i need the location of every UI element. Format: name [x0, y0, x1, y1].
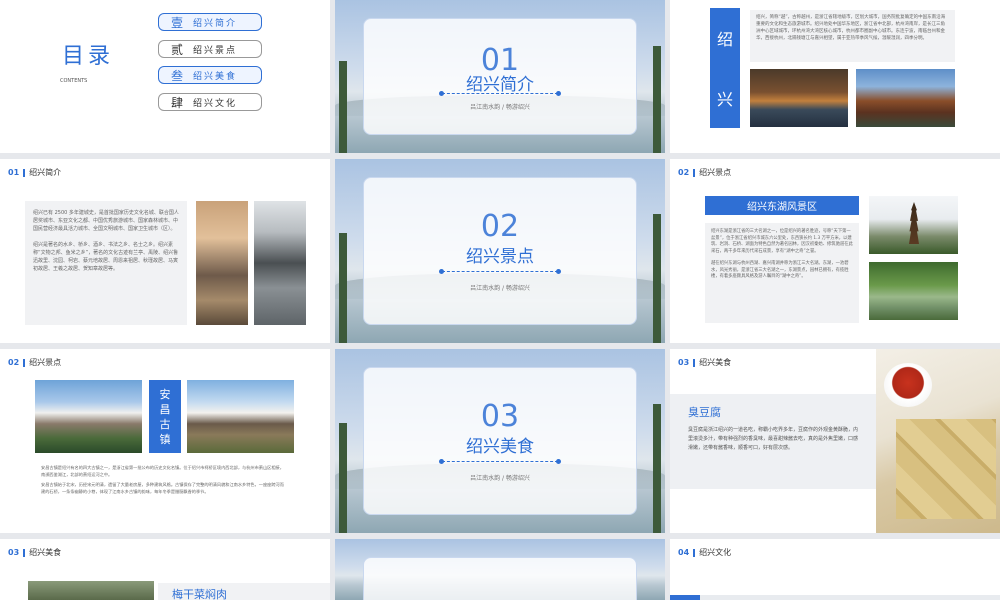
slide-header: 04 绍兴文化 [678, 548, 732, 557]
section-slide-1[interactable]: 01 绍兴简介 吕江南水韵 / 畅游绍兴 [335, 0, 665, 153]
culture-gray-block [700, 595, 1000, 600]
slide-header: 03 绍兴美食 [678, 358, 732, 367]
toc-title: 目录 [62, 44, 115, 69]
anchang-text-box: 安昌古镇是绍兴有名的四大古镇之一，是浙江省第一批公布的历史文化名镇。位于绍兴市柯… [35, 461, 294, 517]
dotted-divider [439, 90, 561, 96]
toc-item-label: 绍兴简介 [193, 18, 238, 29]
anchang-para-1: 安昌古镇是绍兴有名的四大古镇之一，是浙江省第一批公布的历史文化名镇。位于绍兴市柯… [41, 465, 284, 477]
section-slide-3[interactable]: 03 绍兴美食 吕江南水韵 / 畅游绍兴 [335, 349, 665, 533]
doufu-text-box: 臭豆腐 臭豆腐是浙江绍兴的一道名吃，称霸小吃界多年，豆腐作的外观金黄酥脆，内里滚… [670, 394, 876, 489]
stinky-tofu-photo [876, 349, 1000, 533]
sunset-canal-photo [196, 201, 248, 325]
garden-lake-photo [869, 262, 958, 320]
tofu-pieces-icon [896, 419, 996, 519]
section-number: 02 [480, 209, 520, 245]
slide-header: 02 绍兴景点 [8, 358, 62, 367]
dotted-divider [439, 459, 561, 465]
donghu-banner: 绍兴东湖风景区 [705, 196, 859, 215]
anchang-banner-text: 安昌古镇 [159, 387, 171, 446]
braised-pork-photo [28, 581, 154, 600]
intro-para-2: 绍兴是著名的水乡、桥乡、酒乡、书法之乡、名士之乡。绍兴素称“文物之邦、鱼米之乡”… [33, 242, 179, 272]
meigan-slide[interactable]: 03 绍兴美食 梅干菜焖肉 [0, 539, 330, 600]
toc-item-num: 叁 [171, 68, 184, 83]
intro-slide[interactable]: 01 绍兴简介 绍兴已有 2500 多年建城史，是首批国家历史文化名城、联合国人居… [0, 159, 330, 343]
section-subtitle: 吕江南水韵 / 畅游绍兴 [470, 475, 530, 483]
anchang-houses-photo [187, 380, 294, 453]
water-town-photo [750, 69, 848, 127]
toc-item-label: 绍兴景点 [193, 45, 238, 56]
toc-item-1[interactable]: 壹 绍兴简介 [158, 13, 262, 31]
section-card [363, 557, 637, 600]
section-slide-2[interactable]: 02 绍兴景点 吕江南水韵 / 畅游绍兴 [335, 159, 665, 343]
section-title: 绍兴景点 [466, 247, 534, 268]
donghu-text-box: 绍兴东湖是浙江省的三大名湖之一，位是绍兴的著名胜迹，号称“天下第一盆景”，位于浙… [705, 223, 859, 323]
anchang-river-photo [35, 380, 142, 453]
donghu-para-2: 越在绍兴东湖与杭州西湖、嘉兴南湖并称为浙江三大名湖。东湖，一池碧水，风光秀丽，是… [711, 261, 849, 279]
toc-item-num: 贰 [171, 42, 184, 57]
toc-item-2[interactable]: 贰 绍兴景点 [158, 40, 262, 58]
donghu-slide[interactable]: 02 绍兴景点 绍兴东湖风景区 绍兴东湖是浙江省的三大名湖之一，位是绍兴的著名胜迹… [670, 159, 1000, 343]
doufu-title: 臭豆腐 [688, 406, 721, 419]
section-slide-4[interactable] [335, 539, 665, 600]
toc-slide[interactable]: 目录 CONTENTS 壹 绍兴简介 贰 绍兴景点 叁 绍兴美食 肆 绍兴文化 [0, 0, 330, 153]
toc-item-label: 绍兴美食 [193, 71, 238, 82]
canal-houses-photo [254, 201, 306, 325]
toc-item-num: 肆 [171, 95, 184, 110]
slide-header: 01 绍兴简介 [8, 168, 62, 177]
shaoxing-char-2: 兴 [716, 90, 733, 109]
section-subtitle: 吕江南水韵 / 畅游绍兴 [470, 285, 530, 293]
section-card: 02 绍兴景点 吕江南水韵 / 畅游绍兴 [363, 177, 637, 325]
toc-item-label: 绍兴文化 [193, 98, 238, 109]
anchang-banner: 安昌古镇 [149, 380, 181, 453]
pagoda-icon [909, 202, 919, 244]
doufu-slide[interactable]: 03 绍兴美食 臭豆腐 臭豆腐是浙江绍兴的一道名吃，称霸小吃界多年，豆腐作的外观金… [670, 349, 1000, 533]
donghu-para-1: 绍兴东湖是浙江省的三大名湖之一，位是绍兴的著名胜迹，号称“天下第一盆景”，位于浙… [711, 229, 853, 254]
shaoxing-label-box: 绍 兴 [710, 8, 740, 128]
shaoxing-description: 绍兴，简称“越”，古称越州，是浙江省辖地级市，区划大城市，国务院批复确定的中国东… [750, 10, 955, 62]
intro-text-box: 绍兴已有 2500 多年建城史，是首批国家历史文化名城、联合国人居奖城市、东亚文… [25, 201, 187, 325]
slide-header: 02 绍兴景点 [678, 168, 732, 177]
toc-item-4[interactable]: 肆 绍兴文化 [158, 93, 262, 111]
shaoxing-overview-slide[interactable]: 绍 兴 绍兴，简称“越”，古称越州，是浙江省辖地级市，区划大城市，国务院批复确定… [670, 0, 1000, 153]
toc-item-3[interactable]: 叁 绍兴美食 [158, 66, 262, 84]
shaoxing-char-1: 绍 [716, 30, 733, 49]
pavilion-photo [856, 69, 955, 127]
toc-item-num: 壹 [171, 15, 184, 30]
anchang-slide[interactable]: 02 绍兴景点 安昌古镇 安昌古镇是绍兴有名的四大古镇之一，是浙江省第一批公布的历… [0, 349, 330, 533]
slide-header: 03 绍兴美食 [8, 548, 62, 557]
section-title: 绍兴美食 [466, 437, 534, 458]
culture-slide[interactable]: 04 绍兴文化 [670, 539, 1000, 600]
sauce-bowl-icon [884, 363, 932, 407]
intro-para-1: 绍兴已有 2500 多年建城史，是首批国家历史文化名城、联合国人居奖城市、东亚文… [33, 210, 179, 232]
doufu-description: 臭豆腐是浙江绍兴的一道名吃，称霸小吃界多年，豆腐作的外观金黄酥脆，内里滚烫多汁，… [688, 427, 859, 451]
pagoda-photo [869, 196, 958, 254]
section-title: 绍兴简介 [466, 74, 534, 95]
meigan-title: 梅干菜焖肉 [172, 588, 227, 600]
culture-blue-block [670, 595, 700, 600]
anchang-para-2: 安昌古镇始于北宋，历经宋元明清，遗留了大量老房屋，多种建筑风格。古镇保存了完整的… [41, 482, 284, 494]
section-card: 03 绍兴美食 吕江南水韵 / 畅游绍兴 [363, 367, 637, 515]
meigan-title-box: 梅干菜焖肉 [158, 583, 330, 600]
toc-contents: CONTENTS [60, 78, 88, 84]
section-number: 03 [480, 399, 520, 435]
section-card: 01 绍兴简介 吕江南水韵 / 畅游绍兴 [363, 18, 637, 135]
dotted-divider [439, 269, 561, 275]
section-subtitle: 吕江南水韵 / 畅游绍兴 [470, 103, 530, 111]
